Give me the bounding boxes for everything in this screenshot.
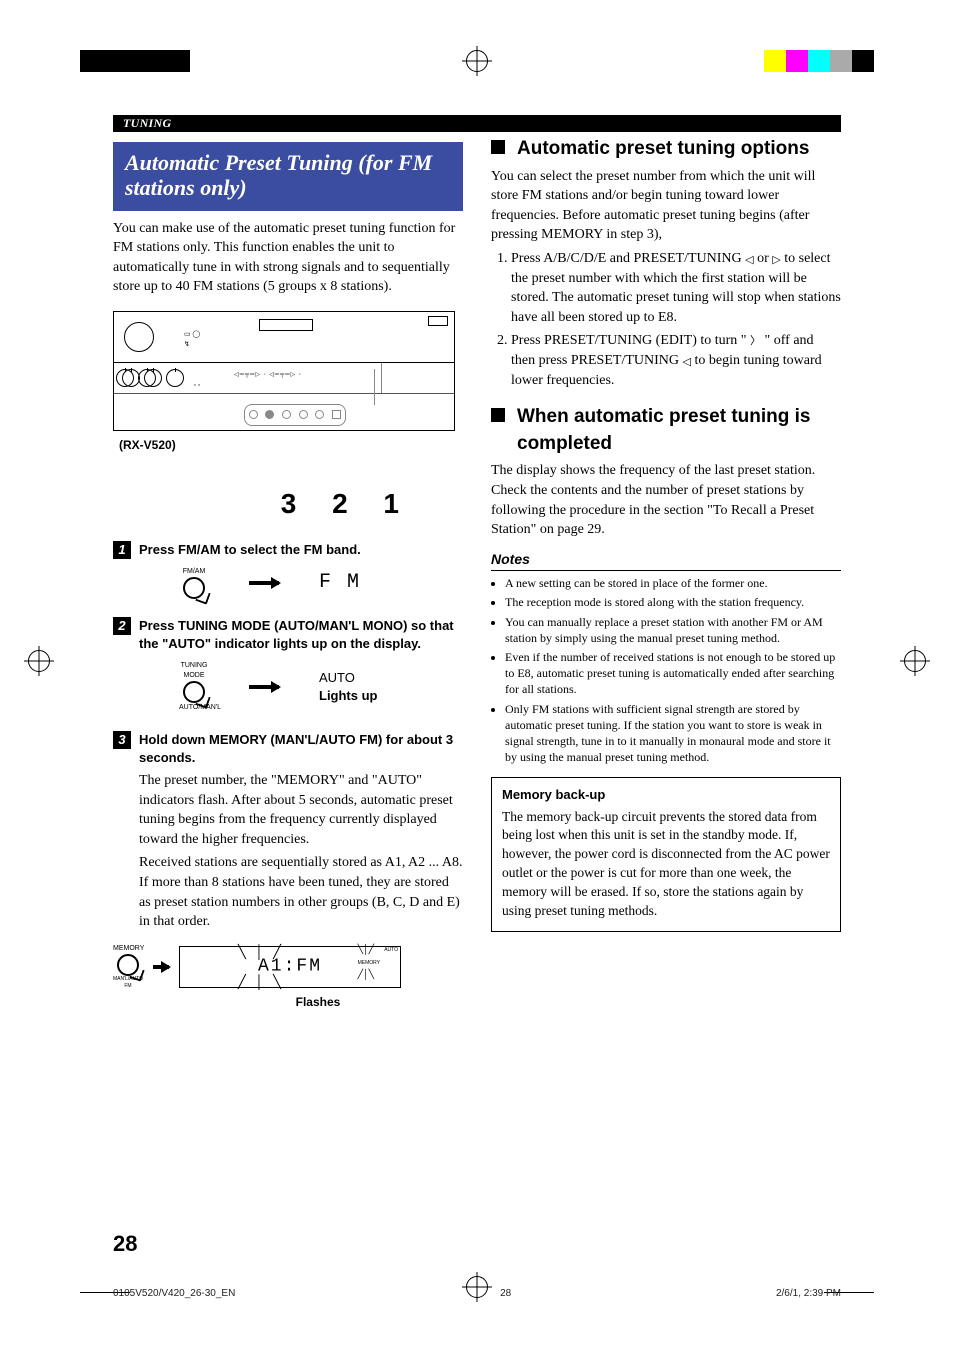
receiver-illustration: ▭ ◯↯ ◦ ◦ ◁═╤═▷ ◦ ◁═╤═▷ ◦ xyxy=(113,311,455,431)
square-bullet-icon xyxy=(491,140,505,154)
receiver-display-box: ╲ │ ╱ A1:FM ╲│╱MEMORY╱│╲ AUTO ╱ │ ╲ xyxy=(179,946,401,988)
right-column: Automatic preset tuning options You can … xyxy=(491,136,841,1010)
flashes-label: Flashes xyxy=(173,994,463,1011)
title-band: Automatic Preset Tuning (for FM stations… xyxy=(113,142,463,211)
list-item: Only FM stations with sufficient signal … xyxy=(505,701,841,766)
step-3-illustration: MEMORY MAN'L/AUTO FM ╲ │ ╱ A1:FM ╲│╱MEMO… xyxy=(113,944,463,990)
step-number-icon: 3 xyxy=(113,731,131,749)
step-1: 1 Press FM/AM to select the FM band. FM/… xyxy=(113,541,463,599)
step-3-body-1: The preset number, the "MEMORY" and "AUT… xyxy=(139,771,463,849)
list-item: You can manually replace a preset statio… xyxy=(505,614,841,646)
notes-heading: Notes xyxy=(491,550,841,572)
step-1-head: Press FM/AM to select the FM band. xyxy=(139,541,463,559)
section-header: TUNING xyxy=(113,115,841,132)
options-intro: You can select the preset number from wh… xyxy=(491,167,841,245)
square-bullet-icon xyxy=(491,408,505,422)
page-content: TUNING Automatic Preset Tuning (for FM s… xyxy=(113,115,841,1251)
callout-box xyxy=(244,404,346,426)
callout-numbers: 3 2 1 xyxy=(113,484,463,523)
footer-bar: 0105V520/V420_26-30_EN 28 2/6/1, 2:39 PM xyxy=(113,1288,841,1299)
footer-filename: 0105V520/V420_26-30_EN xyxy=(113,1288,235,1299)
list-item: A new setting can be stored in place of … xyxy=(505,575,841,591)
options-list: Press A/B/C/D/E and PRESET/TUNING ◁ or ▷… xyxy=(491,249,841,390)
article-title: Automatic Preset Tuning (for FM stations… xyxy=(125,150,451,201)
page-number: 28 xyxy=(113,1231,137,1257)
memory-backup-heading: Memory back-up xyxy=(502,786,830,804)
left-tri-icon: ◁ xyxy=(683,356,691,368)
list-item: Press PRESET/TUNING (EDIT) to turn " 〉 "… xyxy=(511,331,841,390)
step-3-head: Hold down MEMORY (MAN'L/AUTO FM) for abo… xyxy=(139,731,463,767)
fmam-button-icon: FM/AM xyxy=(179,567,209,599)
memory-backup-box: Memory back-up The memory back-up circui… xyxy=(491,777,841,932)
footer-page: 28 xyxy=(500,1288,511,1299)
footer-timestamp: 2/6/1, 2:39 PM xyxy=(776,1288,841,1299)
options-heading: Automatic preset tuning options xyxy=(491,136,841,163)
arrow-icon xyxy=(249,581,279,585)
step-3-body-2: Received stations are sequentially store… xyxy=(139,853,463,931)
registration-mark-right xyxy=(904,650,926,677)
left-column: Automatic Preset Tuning (for FM stations… xyxy=(113,136,463,1010)
tuning-mode-button-icon: TUNING MODE AUTO/MAN'L xyxy=(179,661,209,712)
completed-paragraph: The display shows the frequency of the l… xyxy=(491,461,841,539)
step-number-icon: 2 xyxy=(113,617,131,635)
seg-display-fm: F M xyxy=(319,569,361,597)
registration-mark-left xyxy=(28,650,50,677)
left-tri-icon: ◁ xyxy=(745,254,753,266)
auto-indicator-label: AUTO Lights up xyxy=(319,669,378,705)
arrow-icon xyxy=(153,965,169,969)
step-number-icon: 1 xyxy=(113,541,131,559)
memory-backup-body: The memory back-up circuit prevents the … xyxy=(502,808,830,921)
step-2: 2 Press TUNING MODE (AUTO/MAN'L MONO) so… xyxy=(113,617,463,713)
step-2-head: Press TUNING MODE (AUTO/MAN'L MONO) so t… xyxy=(139,617,463,653)
registration-mark-top xyxy=(466,50,488,77)
color-bars-right xyxy=(764,50,874,72)
color-bars-left xyxy=(80,50,190,72)
list-item: The reception mode is stored along with … xyxy=(505,594,841,610)
notes-list: A new setting can be stored in place of … xyxy=(491,575,841,765)
intro-paragraph: You can make use of the automatic preset… xyxy=(113,219,463,297)
right-tri-icon: ▷ xyxy=(772,254,780,266)
edit-glyph-icon: 〉 xyxy=(750,335,761,347)
memory-button-icon: MEMORY MAN'L/AUTO FM xyxy=(113,944,143,990)
list-item: Press A/B/C/D/E and PRESET/TUNING ◁ or ▷… xyxy=(511,249,841,327)
step-3: 3 Hold down MEMORY (MAN'L/AUTO FM) for a… xyxy=(113,731,463,936)
model-label: (RX-V520) xyxy=(119,437,469,454)
arrow-icon xyxy=(249,685,279,689)
completed-heading: When automatic preset tuning is complete… xyxy=(491,404,841,457)
list-item: Even if the number of received stations … xyxy=(505,649,841,698)
